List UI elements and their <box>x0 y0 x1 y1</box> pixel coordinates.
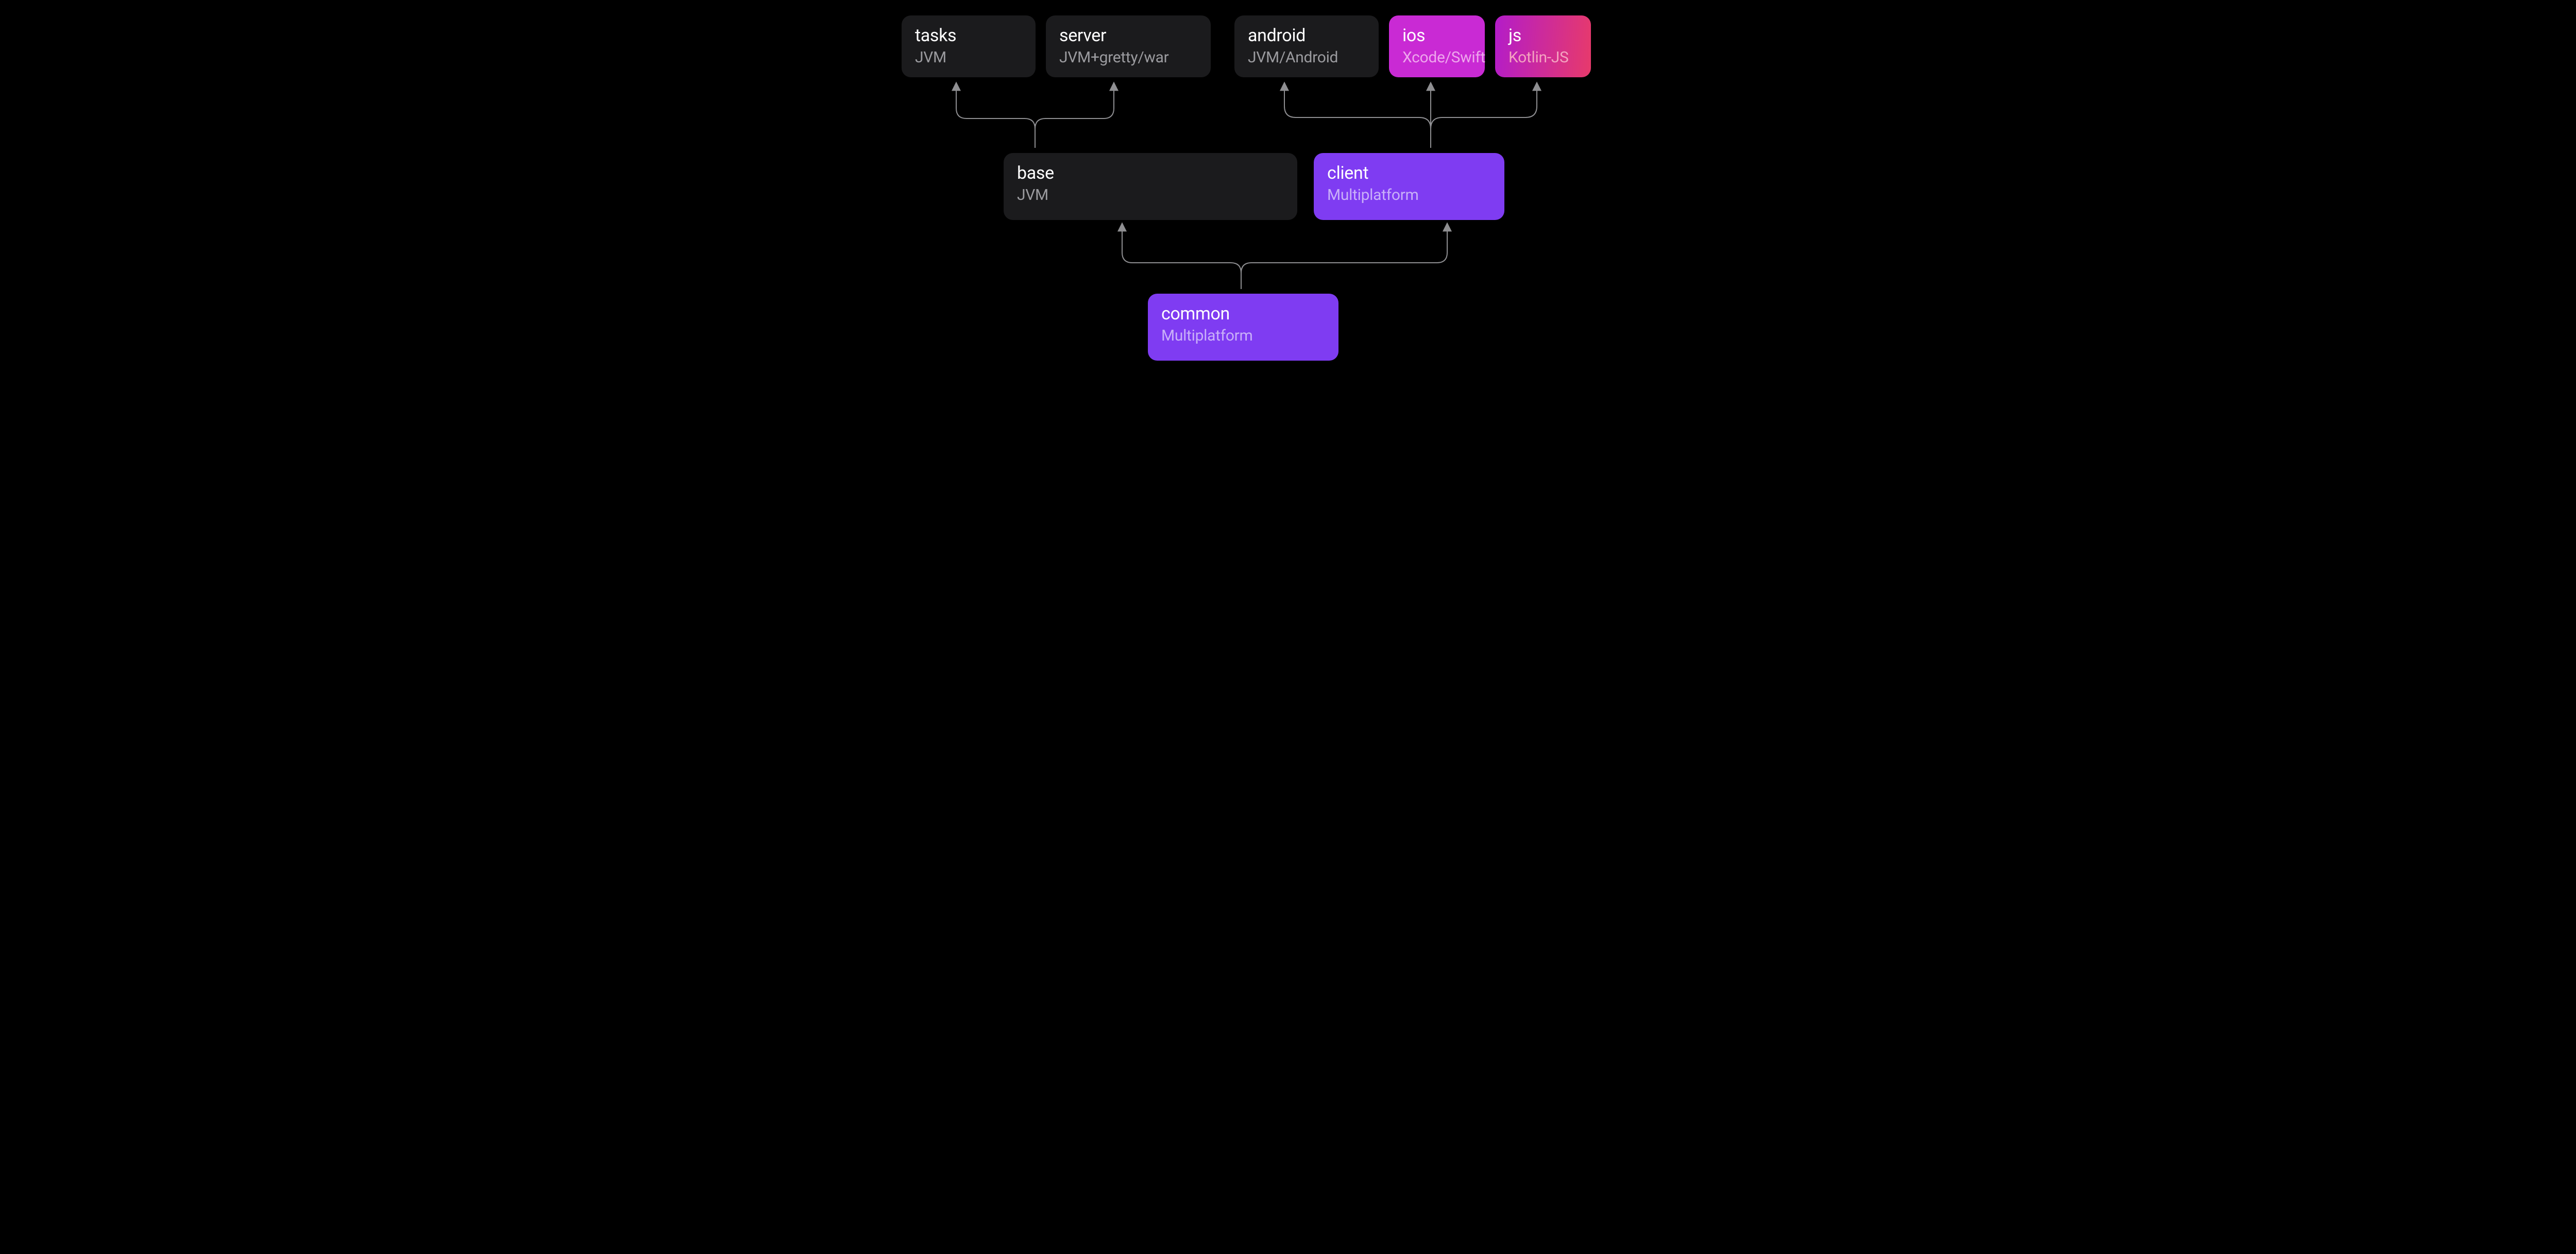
node-common-subtitle: Multiplatform <box>1161 326 1325 346</box>
node-android-title: android <box>1248 26 1365 46</box>
node-server-title: server <box>1059 26 1197 46</box>
node-js-title: js <box>1509 26 1578 46</box>
node-ios-subtitle: Xcode/Swift <box>1402 48 1471 67</box>
node-android: android JVM/Android <box>1234 15 1379 77</box>
node-ios-title: ios <box>1402 26 1471 46</box>
node-common-title: common <box>1161 304 1325 324</box>
node-android-subtitle: JVM/Android <box>1248 48 1365 67</box>
node-base: base JVM <box>1004 153 1297 220</box>
node-base-title: base <box>1017 163 1284 183</box>
node-tasks-title: tasks <box>915 26 1022 46</box>
node-common: common Multiplatform <box>1148 294 1338 361</box>
node-server: server JVM+gretty/war <box>1046 15 1211 77</box>
node-js-subtitle: Kotlin-JS <box>1509 48 1578 67</box>
node-client: client Multiplatform <box>1314 153 1504 220</box>
node-tasks: tasks JVM <box>902 15 1036 77</box>
node-js: js Kotlin-JS <box>1495 15 1591 77</box>
node-server-subtitle: JVM+gretty/war <box>1059 48 1197 67</box>
node-client-subtitle: Multiplatform <box>1327 185 1491 205</box>
node-ios: ios Xcode/Swift <box>1389 15 1485 77</box>
diagram-stage: tasks JVM server JVM+gretty/war android … <box>886 0 1690 377</box>
node-base-subtitle: JVM <box>1017 185 1284 205</box>
node-client-title: client <box>1327 163 1491 183</box>
node-tasks-subtitle: JVM <box>915 48 1022 67</box>
